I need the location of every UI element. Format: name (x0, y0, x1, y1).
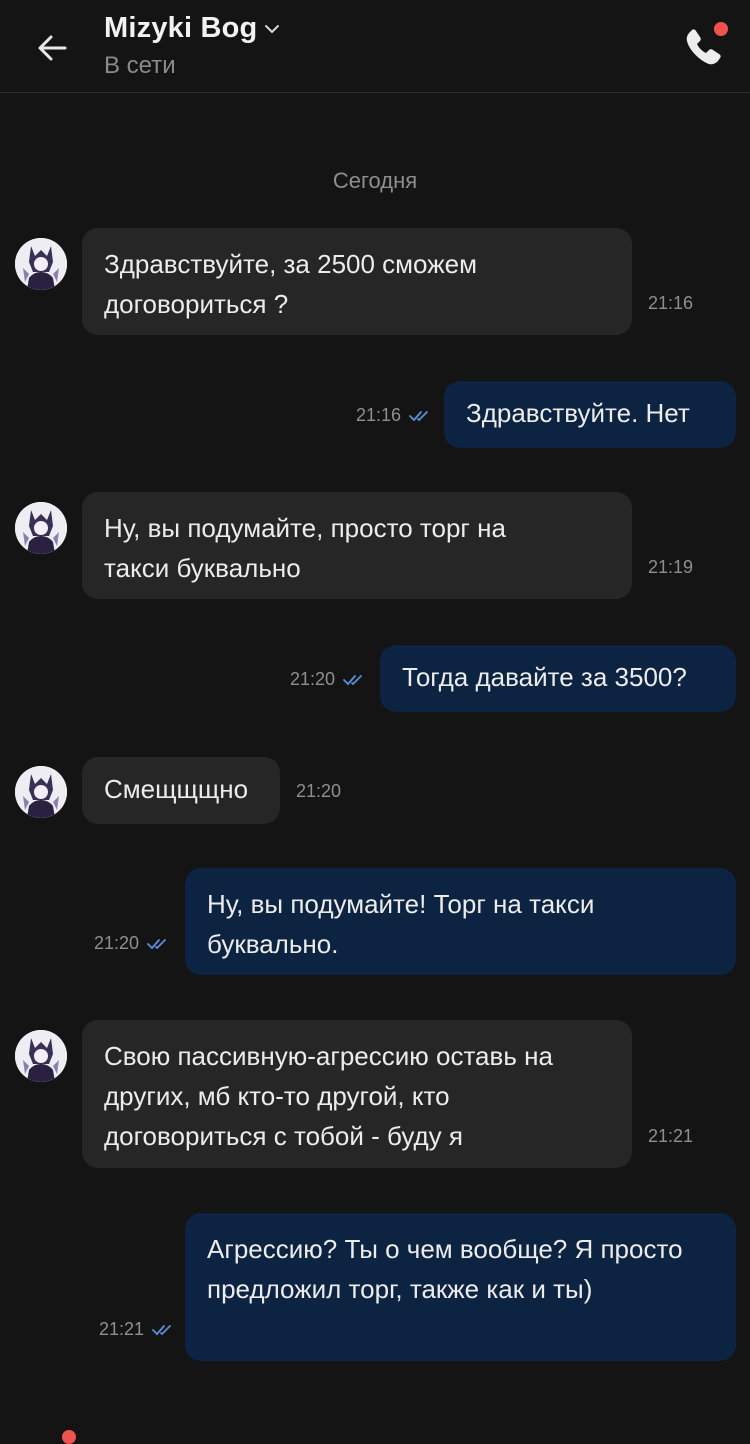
message-time: 21:20 (94, 933, 140, 953)
call-button[interactable] (676, 20, 732, 76)
notification-dot (714, 22, 728, 36)
avatar-image (15, 238, 67, 290)
message-time: 21:21 (99, 1319, 145, 1339)
back-arrow-icon (38, 35, 67, 61)
chevron-down-icon (265, 24, 280, 33)
message-time: 21:21 (648, 1126, 694, 1146)
message-time-status: 21:21 (99, 1319, 176, 1340)
message-text: Агрессию? Ты о чем вообще? Я просто пред… (207, 1234, 683, 1304)
contact-name-button[interactable]: Mizyki Bog (104, 12, 281, 45)
message-text: Смещщщно (104, 774, 249, 804)
message-bubble-incoming[interactable]: Смещщщно (82, 757, 280, 824)
message-text: Здравствуйте. Нет (466, 398, 690, 428)
contact-avatar[interactable] (15, 1030, 67, 1082)
contact-avatar[interactable] (15, 766, 67, 818)
message-time-status: 21:16 (356, 405, 433, 426)
message-text: Здравствуйте, за 2500 сможем договоритьс… (104, 249, 477, 319)
message-text: Свою пассивную-агрессию оставь на других… (104, 1041, 553, 1151)
contact-avatar[interactable] (15, 502, 67, 554)
read-check-icon (343, 674, 362, 685)
message-bubble-outgoing[interactable]: Здравствуйте. Нет (444, 381, 736, 448)
message-bubble-outgoing[interactable]: Агрессию? Ты о чем вообще? Я просто пред… (185, 1213, 736, 1361)
message-text: Ну, вы подумайте, просто торг на такси б… (104, 513, 506, 583)
message-time-status: 21:20 (290, 669, 367, 690)
message-bubble-outgoing[interactable]: Ну, вы подумайте! Торг на такси буквальн… (185, 868, 736, 975)
message-time: 21:16 (648, 293, 694, 313)
online-status: В сети (104, 52, 176, 79)
read-check-icon (152, 1324, 171, 1335)
avatar-image (15, 766, 67, 818)
date-separator: Сегодня (332, 168, 418, 193)
chat-header: Mizyki Bog В сети (0, 0, 750, 93)
avatar-image (15, 1030, 67, 1082)
message-bubble-incoming[interactable]: Свою пассивную-агрессию оставь на других… (82, 1020, 632, 1168)
message-time: 21:20 (290, 669, 336, 689)
message-time: 21:19 (648, 557, 694, 577)
avatar-image (15, 502, 67, 554)
read-check-icon (409, 410, 428, 421)
contact-name: Mizyki Bog (104, 12, 258, 44)
message-bubble-outgoing[interactable]: Тогда давайте за 3500? (380, 645, 736, 712)
message-time-status: 21:20 (94, 933, 171, 954)
message-bubble-incoming[interactable]: Здравствуйте, за 2500 сможем договоритьс… (82, 228, 632, 335)
read-check-icon (147, 938, 166, 949)
message-bubble-incoming[interactable]: Ну, вы подумайте, просто торг на такси б… (82, 492, 632, 599)
message-time: 21:20 (296, 781, 342, 801)
message-time: 21:16 (356, 405, 402, 425)
message-text: Ну, вы подумайте! Торг на такси буквальн… (207, 889, 595, 959)
contact-avatar[interactable] (15, 238, 67, 290)
back-button[interactable] (30, 26, 74, 70)
notification-dot (62, 1430, 76, 1444)
message-text: Тогда давайте за 3500? (402, 662, 687, 692)
